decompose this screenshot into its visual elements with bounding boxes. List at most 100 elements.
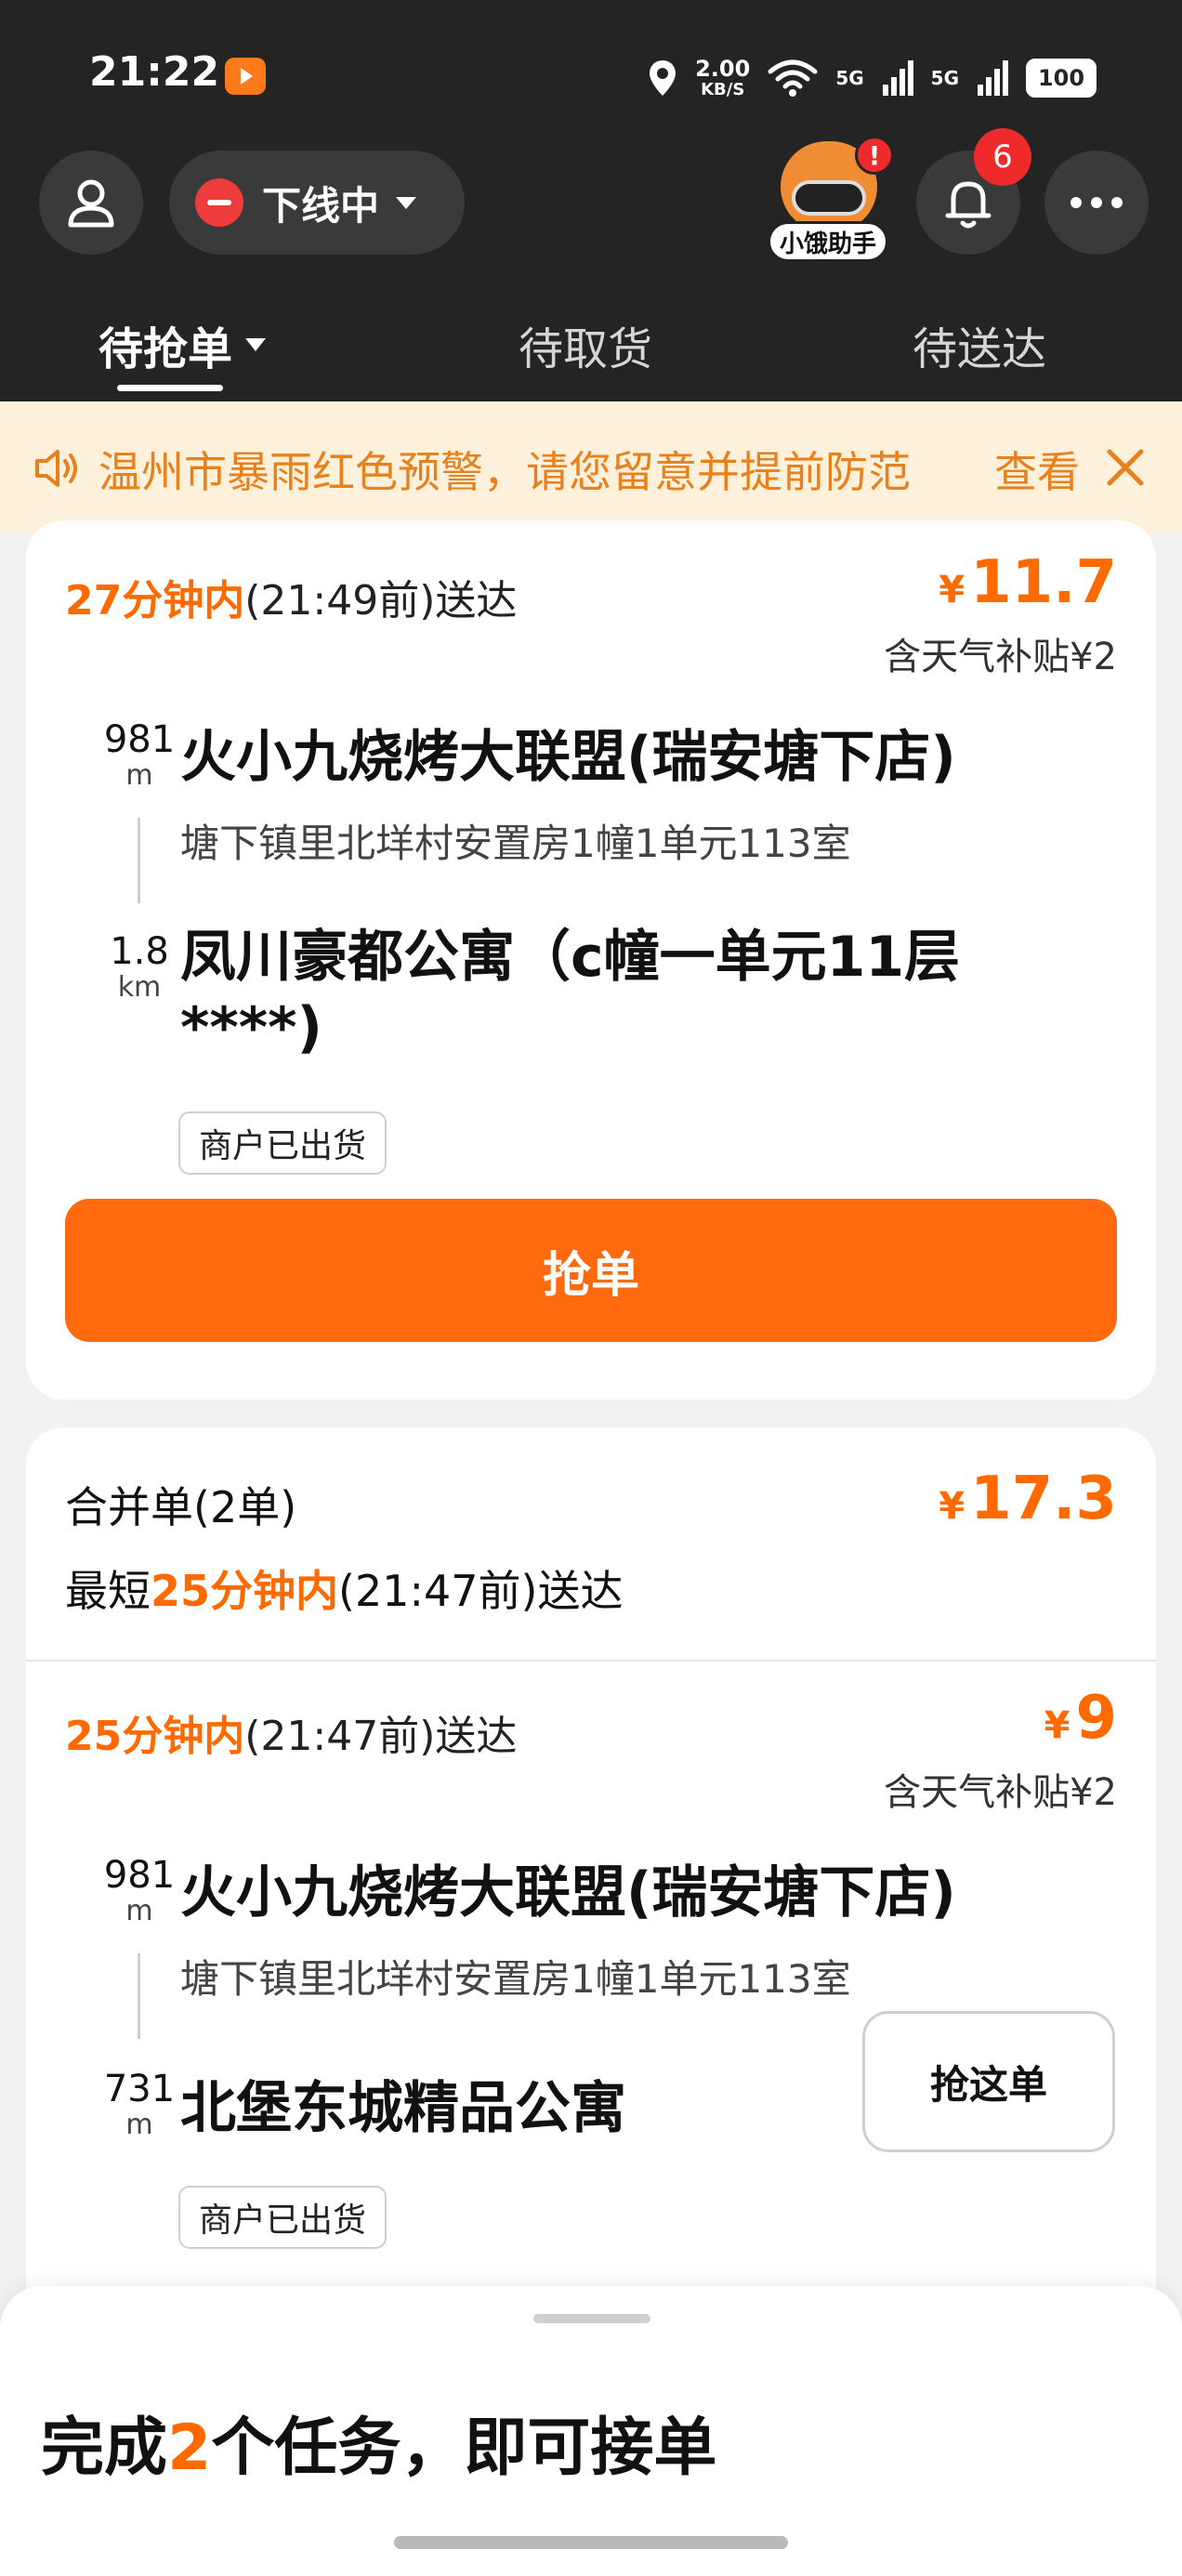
shop-address: 塘下镇里北垟村安置房1幢1单元113室 bbox=[180, 1956, 851, 2002]
work-status-toggle[interactable]: 下线中 bbox=[169, 151, 465, 255]
sub-order-price: ¥9 bbox=[1044, 1684, 1117, 1753]
home-indicator[interactable] bbox=[394, 2536, 788, 2549]
assistant-button[interactable]: 小饿助手 ! bbox=[764, 136, 894, 266]
order-price: ¥11.7 bbox=[939, 548, 1117, 617]
currency-symbol: ¥ bbox=[939, 1485, 965, 1528]
profile-button[interactable] bbox=[39, 151, 143, 255]
assistant-label: 小饿助手 bbox=[768, 221, 888, 262]
network-speed-unit: KB/S bbox=[701, 80, 745, 99]
assistant-alert-badge: ! bbox=[855, 136, 894, 175]
price-value: 17.3 bbox=[970, 1465, 1117, 1533]
distance-value: 1.8 bbox=[110, 930, 169, 973]
shop-name: 火小九烧烤大联盟(瑞安塘下店) bbox=[180, 725, 956, 790]
alert-text: 温州市暴雨红色预警，请您留意并提前防范 bbox=[98, 447, 911, 497]
app-screen: 21:22 2.00 KB/S 5G 5G 100 下线中 小饿助手 ! 6 待… bbox=[0, 0, 1182, 2576]
battery-indicator: 100 bbox=[1026, 59, 1097, 98]
status-icons: 2.00 KB/S 5G 5G 100 bbox=[647, 52, 1097, 104]
distance-value: 981 bbox=[103, 718, 176, 761]
currency-symbol: ¥ bbox=[939, 569, 965, 611]
tab-pending-grab[interactable]: 待抢单 bbox=[98, 312, 267, 377]
merged-eta: 最短25分钟内(21:47前)送达 bbox=[65, 1557, 623, 1619]
offline-icon bbox=[195, 178, 243, 227]
distance-unit: m bbox=[125, 2109, 153, 2141]
sheet-drag-handle[interactable] bbox=[533, 2314, 650, 2323]
destination-line: 凤川豪都公寓（c幢一单元11层 bbox=[180, 925, 961, 990]
tab-pending-pickup[interactable]: 待取货 bbox=[519, 312, 652, 377]
eta-deadline: (21:47前)送达 bbox=[338, 1566, 624, 1616]
task-requirement-title: 完成2个任务，即可接单 bbox=[41, 2396, 716, 2488]
divider bbox=[26, 1660, 1156, 1662]
clock: 21:22 bbox=[89, 48, 220, 96]
merchant-shipped-tag: 商户已出货 bbox=[178, 2186, 387, 2249]
eta-minutes: 27分钟内 bbox=[65, 577, 245, 624]
close-icon[interactable] bbox=[1106, 448, 1145, 487]
destination-address: 北堡东城精品公寓 bbox=[180, 2076, 626, 2141]
currency-symbol: ¥ bbox=[1044, 1704, 1070, 1747]
dropoff-distance: 731 m bbox=[93, 2069, 186, 2141]
speaker-icon bbox=[35, 450, 77, 487]
weather-subsidy: 含天气补贴¥2 bbox=[884, 636, 1117, 678]
user-icon bbox=[68, 179, 114, 228]
active-tab-indicator bbox=[117, 385, 223, 391]
title-prefix: 完成 bbox=[41, 2412, 168, 2485]
alert-view-link[interactable]: 查看 bbox=[994, 439, 1080, 500]
signal2-label: 5G bbox=[930, 67, 959, 89]
tab-label: 待抢单 bbox=[98, 323, 233, 375]
route-connector bbox=[138, 818, 140, 903]
weather-alert-banner: 温州市暴雨红色预警，请您留意并提前防范 查看 bbox=[0, 401, 1182, 533]
distance-unit: m bbox=[125, 759, 153, 792]
delivery-eta: 25分钟内(21:47前)送达 bbox=[65, 1702, 517, 1762]
notification-count-badge: 6 bbox=[974, 128, 1031, 186]
shop-name: 火小九烧烤大联盟(瑞安塘下店) bbox=[180, 1860, 956, 1925]
merged-order-card: 合并单(2单) ¥17.3 最短25分钟内(21:47前)送达 25分钟内(21… bbox=[26, 1427, 1156, 2320]
tab-label: 待送达 bbox=[913, 323, 1047, 375]
work-status-label: 下线中 bbox=[262, 182, 380, 229]
pickup-distance: 981 m bbox=[93, 719, 186, 792]
weather-subsidy: 含天气补贴¥2 bbox=[884, 1771, 1117, 1814]
wifi-icon bbox=[768, 59, 818, 97]
merchant-shipped-tag: 商户已出货 bbox=[178, 1111, 387, 1175]
assistant-visor bbox=[792, 180, 866, 216]
eta-deadline: (21:47前)送达 bbox=[244, 1713, 518, 1760]
price-value: 9 bbox=[1075, 1684, 1117, 1753]
eta-prefix: 最短 bbox=[65, 1566, 151, 1616]
signal-bars-icon bbox=[978, 60, 1008, 96]
merged-order-title: 合并单(2单) bbox=[65, 1482, 297, 1532]
price-value: 11.7 bbox=[970, 548, 1117, 617]
signal-bars-icon bbox=[882, 60, 913, 96]
chevron-down-icon bbox=[245, 338, 267, 351]
more-dots-icon bbox=[1070, 197, 1123, 208]
tab-pending-delivery[interactable]: 待送达 bbox=[913, 312, 1046, 377]
merged-total-price: ¥17.3 bbox=[939, 1465, 1117, 1533]
distance-value: 731 bbox=[103, 2068, 176, 2110]
eta-minutes: 25分钟内 bbox=[65, 1713, 245, 1760]
network-speed: 2.00 KB/S bbox=[695, 57, 750, 99]
route-connector bbox=[138, 1953, 140, 2039]
distance-unit: km bbox=[117, 971, 162, 1004]
signal1-label: 5G bbox=[835, 67, 864, 89]
order-card: 27分钟内(21:49前)送达 ¥11.7 含天气补贴¥2 981 m 火小九烧… bbox=[26, 520, 1156, 1400]
app-notification-icon bbox=[225, 58, 266, 95]
destination-address: 凤川豪都公寓（c幢一单元11层 ****) bbox=[180, 922, 960, 1063]
dropoff-distance: 1.8 km bbox=[93, 931, 186, 1004]
distance-unit: m bbox=[125, 1895, 153, 1927]
order-tabs: 待抢单 待取货 待送达 bbox=[0, 297, 1182, 401]
distance-value: 981 bbox=[103, 1854, 176, 1897]
grab-this-order-button[interactable]: 抢这单 bbox=[862, 2011, 1115, 2152]
grab-order-button[interactable]: 抢单 bbox=[65, 1199, 1117, 1342]
chevron-down-icon bbox=[396, 196, 417, 209]
eta-minutes: 25分钟内 bbox=[151, 1566, 339, 1616]
title-suffix: 个任务，即可接单 bbox=[211, 2412, 717, 2485]
delivery-eta: 27分钟内(21:49前)送达 bbox=[65, 567, 517, 626]
shop-address: 塘下镇里北垟村安置房1幢1单元113室 bbox=[180, 821, 851, 866]
task-bottom-sheet[interactable]: 完成2个任务，即可接单 bbox=[0, 2286, 1182, 2576]
network-speed-value: 2.00 bbox=[695, 56, 751, 82]
tab-label: 待取货 bbox=[519, 323, 653, 375]
top-header: 21:22 2.00 KB/S 5G 5G 100 下线中 小饿助手 ! 6 待… bbox=[0, 0, 1182, 401]
destination-line: ****) bbox=[180, 995, 322, 1060]
location-icon bbox=[650, 60, 676, 96]
task-count: 2 bbox=[167, 2412, 212, 2485]
eta-deadline: (21:49前)送达 bbox=[244, 577, 518, 624]
more-menu-button[interactable] bbox=[1044, 151, 1149, 255]
pickup-distance: 981 m bbox=[93, 1855, 186, 1927]
